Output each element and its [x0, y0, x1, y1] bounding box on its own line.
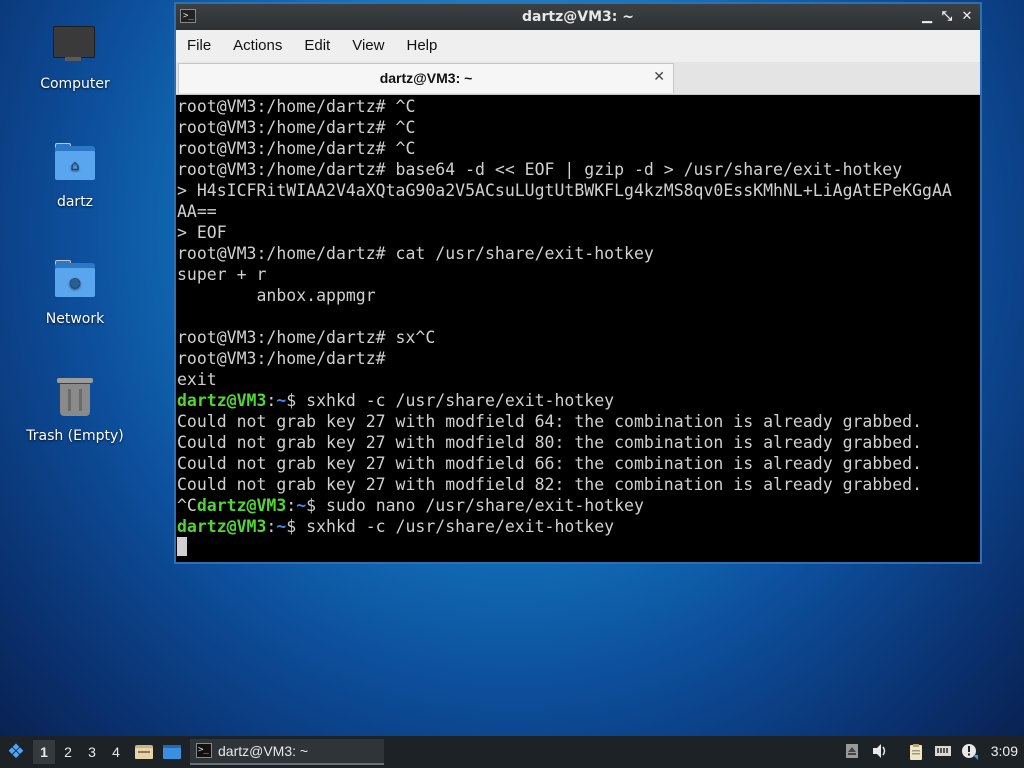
terminal-line: > EOF — [177, 222, 980, 243]
desktop-icon-label: Network — [45, 311, 105, 327]
terminal-text: Could not grab key 27 with modfield 66: … — [177, 454, 923, 473]
terminal-text: root@VM3:/home/dartz# sx^C — [177, 328, 436, 347]
prompt-user: dartz@VM3 — [177, 391, 267, 410]
terminal-output[interactable]: root@VM3:/home/dartz# ^C root@VM3:/home/d… — [176, 95, 980, 562]
terminal-text: root@VM3:/home/dartz# ^C — [177, 139, 416, 158]
terminal-text: Could not grab key 27 with modfield 64: … — [177, 412, 923, 431]
menu-help[interactable]: Help — [395, 30, 448, 62]
tab-bar: dartz@VM3: ~ ✕ — [176, 62, 980, 95]
menu-actions[interactable]: Actions — [222, 30, 293, 62]
close-button[interactable]: ✕ — [958, 8, 976, 26]
network-icon[interactable] — [934, 743, 952, 761]
terminal-icon: >_ — [196, 743, 212, 758]
show-desktop-icon[interactable] — [162, 742, 182, 762]
terminal-line: AA== — [177, 201, 980, 222]
terminal-text: root@VM3:/home/dartz# — [177, 349, 386, 368]
terminal-line: Could not grab key 27 with modfield 80: … — [177, 432, 980, 453]
terminal-text: root@VM3:/home/dartz# ^C — [177, 118, 416, 137]
prompt-user: dartz@VM3 — [196, 496, 287, 515]
terminal-line: root@VM3:/home/dartz# ^C — [177, 138, 980, 159]
terminal-text: $ sxhkd -c /usr/share/exit-hotkey — [286, 391, 615, 410]
terminal-line: dartz@VM3:~$ sxhkd -c /usr/share/exit-ho… — [177, 516, 980, 537]
prompt-user: dartz@VM3 — [177, 517, 267, 536]
terminal-text: AA== — [177, 202, 217, 221]
taskbar-task-terminal[interactable]: >_ dartz@VM3: ~ — [190, 739, 384, 765]
terminal-text: > EOF — [177, 223, 227, 242]
desktop-icon-label: Trash (Empty) — [26, 428, 124, 444]
terminal-text: root@VM3:/home/dartz# cat /usr/share/exi… — [177, 244, 654, 263]
terminal-line: > H4sICFRitWIAA2V4aXQtaG90a2V5ACsuLUgtUt… — [177, 180, 980, 201]
desktop-icon-home[interactable]: ⌂ dartz — [20, 140, 130, 210]
desktop-icon-label: Computer — [40, 76, 110, 92]
terminal-line: root@VM3:/home/dartz# — [177, 348, 980, 369]
trash-icon — [51, 374, 99, 422]
terminal-line: root@VM3:/home/dartz# ^C — [177, 117, 980, 138]
desktop-icon-network[interactable]: ◍ Network — [20, 257, 130, 327]
tab-title: dartz@VM3: ~ — [379, 70, 473, 86]
eject-icon[interactable] — [843, 743, 861, 761]
file-manager-icon[interactable] — [134, 742, 154, 762]
desktop-icon-trash[interactable]: Trash (Empty) — [20, 374, 130, 444]
prompt-path: ~ — [296, 496, 307, 515]
terminal-line: Could not grab key 27 with modfield 66: … — [177, 453, 980, 474]
workspace-3[interactable]: 3 — [81, 740, 103, 764]
taskbar: ❖ 1 2 3 4 >_ dartz@VM3: ~ 3:09 — [0, 736, 1024, 768]
terminal-text: : — [286, 496, 297, 515]
menu-view[interactable]: View — [341, 30, 395, 62]
terminal-text: ^C — [177, 496, 197, 515]
tab-close-icon[interactable]: ✕ — [653, 68, 665, 85]
terminal-text: > H4sICFRitWIAA2V4aXQtaG90a2V5ACsuLUgtUt… — [177, 181, 952, 200]
desktop-icon-label: dartz — [56, 194, 94, 210]
terminal-line: root@VM3:/home/dartz# sx^C — [177, 327, 980, 348]
home-folder-icon: ⌂ — [51, 140, 99, 188]
volume-icon[interactable] — [871, 743, 889, 761]
terminal-line: root@VM3:/home/dartz# ^C — [177, 96, 980, 117]
clock[interactable]: 3:09 — [991, 743, 1018, 759]
terminal-line: dartz@VM3:~$ sxhkd -c /usr/share/exit-ho… — [177, 390, 980, 411]
workspace-1[interactable]: 1 — [33, 740, 55, 764]
terminal-text: $ sudo nano /usr/share/exit-hotkey — [306, 496, 644, 515]
terminal-line: ^Cdartz@VM3:~$ sudo nano /usr/share/exit… — [177, 495, 980, 516]
menu-file[interactable]: File — [176, 30, 222, 62]
terminal-line: super + r — [177, 264, 980, 285]
terminal-window[interactable]: >_ dartz@VM3: ~ ▁ ⤡ ✕ File Actions Edit Vie… — [174, 2, 982, 564]
prompt-path: ~ — [276, 391, 287, 410]
terminal-line: anbox.appmgr — [177, 285, 980, 306]
terminal-text: Could not grab key 27 with modfield 82: … — [177, 475, 923, 494]
clipboard-icon[interactable] — [907, 743, 925, 761]
network-folder-icon: ◍ — [51, 257, 99, 305]
terminal-text: Could not grab key 27 with modfield 80: … — [177, 433, 923, 452]
desktop-icon-computer[interactable]: Computer — [20, 22, 130, 92]
minimize-button[interactable]: ▁ — [918, 8, 936, 26]
terminal-text: root@VM3:/home/dartz# base64 -d << EOF |… — [177, 160, 903, 179]
menu-bar: File Actions Edit View Help — [176, 30, 980, 62]
computer-icon — [51, 22, 99, 70]
terminal-line: Could not grab key 27 with modfield 82: … — [177, 474, 980, 495]
workspace-2[interactable]: 2 — [57, 740, 79, 764]
terminal-text: : — [266, 517, 277, 536]
maximize-button[interactable]: ⤡ — [938, 8, 956, 26]
menu-edit[interactable]: Edit — [293, 30, 341, 62]
window-titlebar[interactable]: >_ dartz@VM3: ~ ▁ ⤡ ✕ — [176, 4, 980, 30]
prompt-path: ~ — [276, 517, 287, 536]
terminal-line: root@VM3:/home/dartz# base64 -d << EOF |… — [177, 159, 980, 180]
terminal-text: : — [266, 391, 277, 410]
terminal-input-line[interactable] — [177, 537, 980, 558]
lubuntu-menu-icon[interactable]: ❖ — [3, 740, 29, 764]
terminal-text: root@VM3:/home/dartz# ^C — [177, 97, 416, 116]
terminal-cursor — [177, 537, 187, 556]
task-label: dartz@VM3: ~ — [218, 743, 309, 759]
terminal-text: anbox.appmgr — [177, 286, 376, 305]
terminal-text: $ sxhkd -c /usr/share/exit-hotkey — [286, 517, 615, 536]
workspace-4[interactable]: 4 — [105, 740, 127, 764]
window-title: dartz@VM3: ~ — [522, 9, 634, 25]
terminal-line: exit — [177, 369, 980, 390]
terminal-text: exit — [177, 370, 217, 389]
terminal-line: Could not grab key 27 with modfield 64: … — [177, 411, 980, 432]
update-notifier-icon[interactable] — [961, 743, 979, 761]
tab-terminal[interactable]: dartz@VM3: ~ ✕ — [178, 63, 674, 93]
terminal-line: root@VM3:/home/dartz# cat /usr/share/exi… — [177, 243, 980, 264]
terminal-text: super + r — [177, 265, 267, 284]
